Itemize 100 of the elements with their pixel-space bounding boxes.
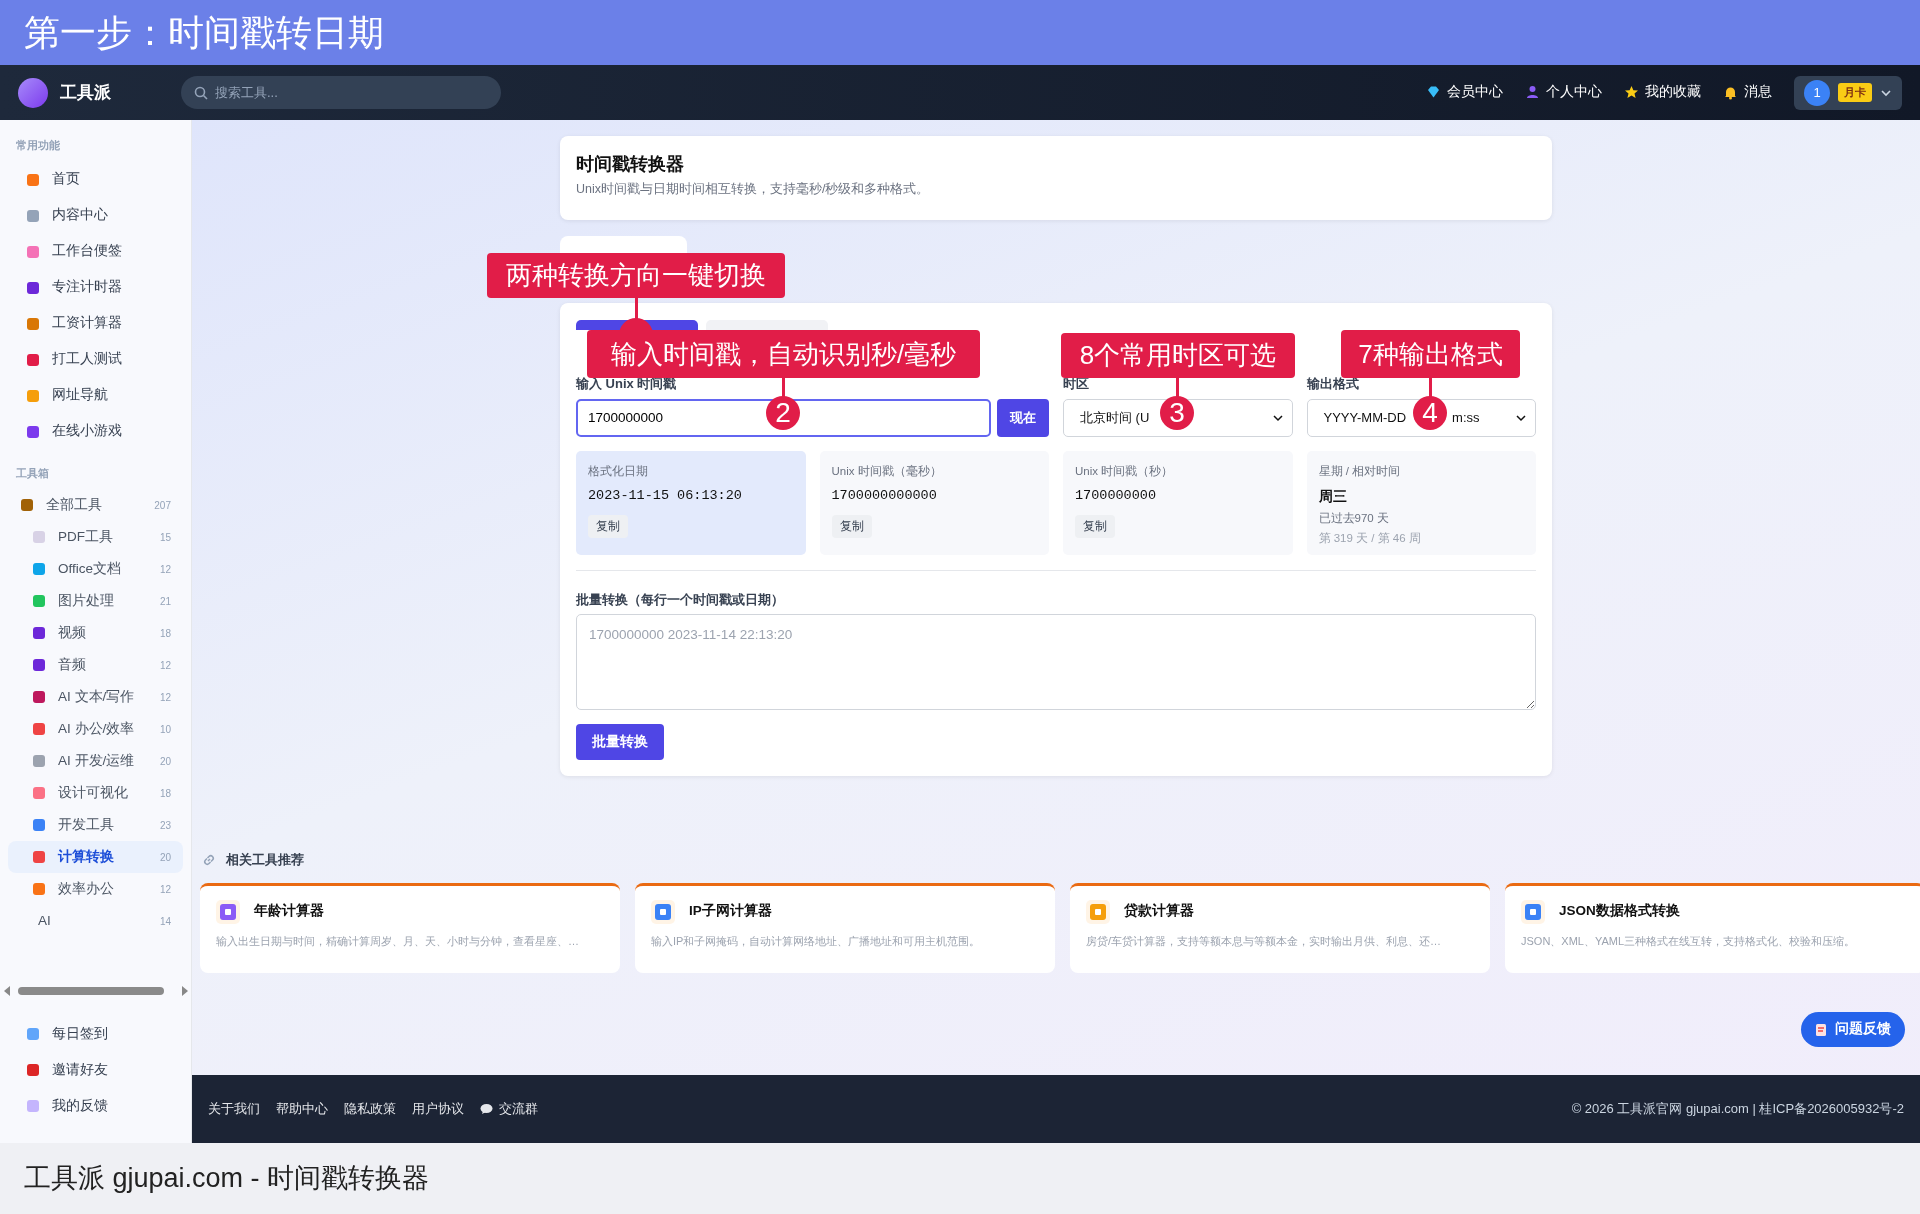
sidebar-item[interactable]: 开发工具 23	[8, 809, 183, 841]
callout-label: 输入时间戳，自动识别秒/毫秒	[587, 330, 980, 378]
avatar: 1	[1804, 79, 1830, 106]
app-icon	[216, 899, 240, 924]
square-icon	[32, 626, 46, 640]
nav-link[interactable]: 会员中心	[1426, 82, 1503, 103]
nav-link[interactable]: 个人中心	[1525, 82, 1602, 103]
square-icon	[32, 754, 46, 768]
square-icon	[26, 172, 40, 187]
sidebar-item[interactable]: 内容中心	[8, 197, 183, 234]
tool-card[interactable]: 年龄计算器 输入出生日期与时间，精确计算周岁、月、天、小时与分钟，查看星座、…	[200, 882, 620, 973]
sidebar-item[interactable]: 首页	[8, 161, 183, 198]
square-icon	[32, 818, 46, 832]
square-icon	[32, 786, 46, 800]
sidebar-item[interactable]: 效率办公 12	[8, 873, 183, 905]
sidebar-item[interactable]: 我的反馈	[8, 1088, 183, 1124]
app-icon	[651, 899, 675, 924]
sidebar-item[interactable]: Office文档 12	[8, 553, 183, 585]
square-icon	[32, 658, 46, 672]
card-description: JSON、XML、YAML三种格式在线互转，支持格式化、校验和压缩。	[1521, 933, 1857, 949]
sidebar-item[interactable]: 全部工具 207	[8, 489, 183, 521]
square-icon	[32, 530, 46, 544]
card-description: 输入出生日期与时间，精确计算周岁、月、天、小时与分钟，查看星座、…	[216, 933, 580, 949]
square-icon	[26, 316, 40, 331]
square-icon	[26, 1099, 40, 1113]
search-field[interactable]: 搜索工具...	[181, 76, 501, 109]
square-icon	[32, 594, 46, 608]
sidebar-item[interactable]: 在线小游戏	[8, 413, 183, 450]
copy-button[interactable]: 复制	[831, 515, 872, 539]
copy-button[interactable]: 复制	[1075, 515, 1115, 539]
sidebar-item[interactable]: PDF工具 15	[8, 521, 183, 553]
nav-link[interactable]: 消息	[1723, 82, 1772, 103]
sidebar-item[interactable]: 设计可视化 18	[8, 777, 183, 809]
footer-link[interactable]: 隐私政策	[344, 1099, 396, 1119]
card-description: 输入IP和子网掩码，自动计算网络地址、广播地址和可用主机范围。	[651, 933, 982, 949]
tool-card[interactable]: JSON数据格式转换 JSON、XML、YAML三种格式在线互转，支持格式化、校验和压缩。	[1505, 882, 1920, 973]
sidebar-item[interactable]: 网址导航	[8, 377, 183, 414]
sidebar-item[interactable]: AI 开发/运维 20	[8, 745, 183, 777]
card-title: JSON数据格式转换	[1559, 902, 1680, 921]
sidebar-item[interactable]: 邀请好友	[8, 1052, 183, 1088]
now-button[interactable]: 现在	[997, 398, 1049, 437]
sidebar-item[interactable]: AI 文本/写作 12	[8, 681, 183, 713]
result-value: 1700000000000	[831, 486, 938, 505]
sidebar-item[interactable]: 专注计时器	[8, 269, 183, 306]
copy-button[interactable]: 复制	[588, 515, 628, 539]
brand-name[interactable]: 工具派	[60, 79, 111, 106]
app-icon	[1521, 899, 1545, 924]
result-label: Unix 时间戳（秒）	[1075, 463, 1175, 479]
field-label: 输出格式	[1306, 375, 1359, 393]
result-value: 2023-11-15 06:13:20	[588, 486, 743, 505]
tool-card[interactable]: IP子网计算器 输入IP和子网掩码，自动计算网络地址、广播地址和可用主机范围。	[635, 882, 1055, 973]
sidebar-item[interactable]: 工作台便签	[8, 233, 183, 270]
field-label: 输入 Unix 时间戳	[576, 375, 677, 393]
square-icon	[26, 424, 40, 439]
nav-link[interactable]: 我的收藏	[1624, 82, 1701, 103]
logo-icon[interactable]	[18, 77, 48, 108]
section-heading: 工具箱	[16, 465, 49, 481]
card-title: IP子网计算器	[689, 902, 772, 921]
field-label: 批量转换（每行一个时间戳或日期）	[576, 590, 784, 609]
square-icon	[32, 850, 46, 864]
square-icon	[26, 352, 40, 367]
sidebar-item[interactable]: 视频 18	[8, 617, 183, 649]
footer-link[interactable]: 帮助中心	[276, 1099, 328, 1119]
sidebar-item[interactable]: 工资计算器	[8, 305, 183, 342]
sidebar-item[interactable]: 每日签到	[8, 1016, 183, 1052]
tool-card[interactable]: 贷款计算器 房贷/车贷计算器，支持等额本息与等额本金，实时输出月供、利息、还…	[1070, 882, 1490, 973]
result-label: 格式化日期	[588, 463, 649, 479]
sidebar-item[interactable]: AI 办公/效率 10	[8, 713, 183, 745]
banner-title: 工具派 gjupai.com - 时间戳转换器	[24, 1162, 430, 1196]
section-heading: 常用功能	[16, 138, 60, 153]
leader-line	[1176, 378, 1179, 398]
sidebar-item[interactable]: 图片处理 21	[8, 585, 183, 617]
footer-link[interactable]: 关于我们	[208, 1099, 260, 1119]
sidebar-item[interactable]: 音频 12	[8, 649, 183, 681]
batch-convert-button[interactable]: 批量转换	[576, 724, 664, 760]
tab[interactable]	[706, 320, 828, 330]
square-icon	[26, 388, 40, 403]
membership-badge: 月卡	[1838, 83, 1872, 102]
square-icon	[26, 244, 40, 259]
feedback-button[interactable]: 问题反馈	[1801, 1012, 1905, 1047]
sidebar-item[interactable]: 打工人测试	[8, 341, 183, 378]
square-icon	[26, 280, 40, 295]
batch-input-field[interactable]: 1700000000 2023-11-14 22:13:20	[576, 614, 1536, 710]
callout-label: 两种转换方向一键切换	[487, 253, 785, 298]
user-menu[interactable]: 1 月卡	[1794, 75, 1902, 110]
sidebar-item[interactable]: 计算转换 20	[8, 841, 183, 873]
footer-link[interactable]: 交流群	[480, 1099, 538, 1119]
diamond-icon	[1426, 85, 1441, 100]
footer-link[interactable]: 用户协议	[412, 1099, 464, 1119]
sidebar-item[interactable]: AI 14	[8, 905, 183, 937]
link-icon	[202, 852, 216, 867]
page-title: 时间戳转换器	[576, 154, 685, 176]
square-icon	[26, 208, 40, 223]
callout-label: 7种输出格式	[1341, 330, 1520, 378]
result-label: Unix 时间戳（毫秒）	[831, 463, 943, 479]
bell-icon	[1723, 85, 1738, 100]
callout-label: 8个常用时区可选	[1061, 333, 1295, 378]
square-icon	[32, 882, 46, 896]
result-value: 1700000000	[1075, 486, 1157, 505]
result-label: 星期 / 相对时间	[1318, 463, 1402, 479]
